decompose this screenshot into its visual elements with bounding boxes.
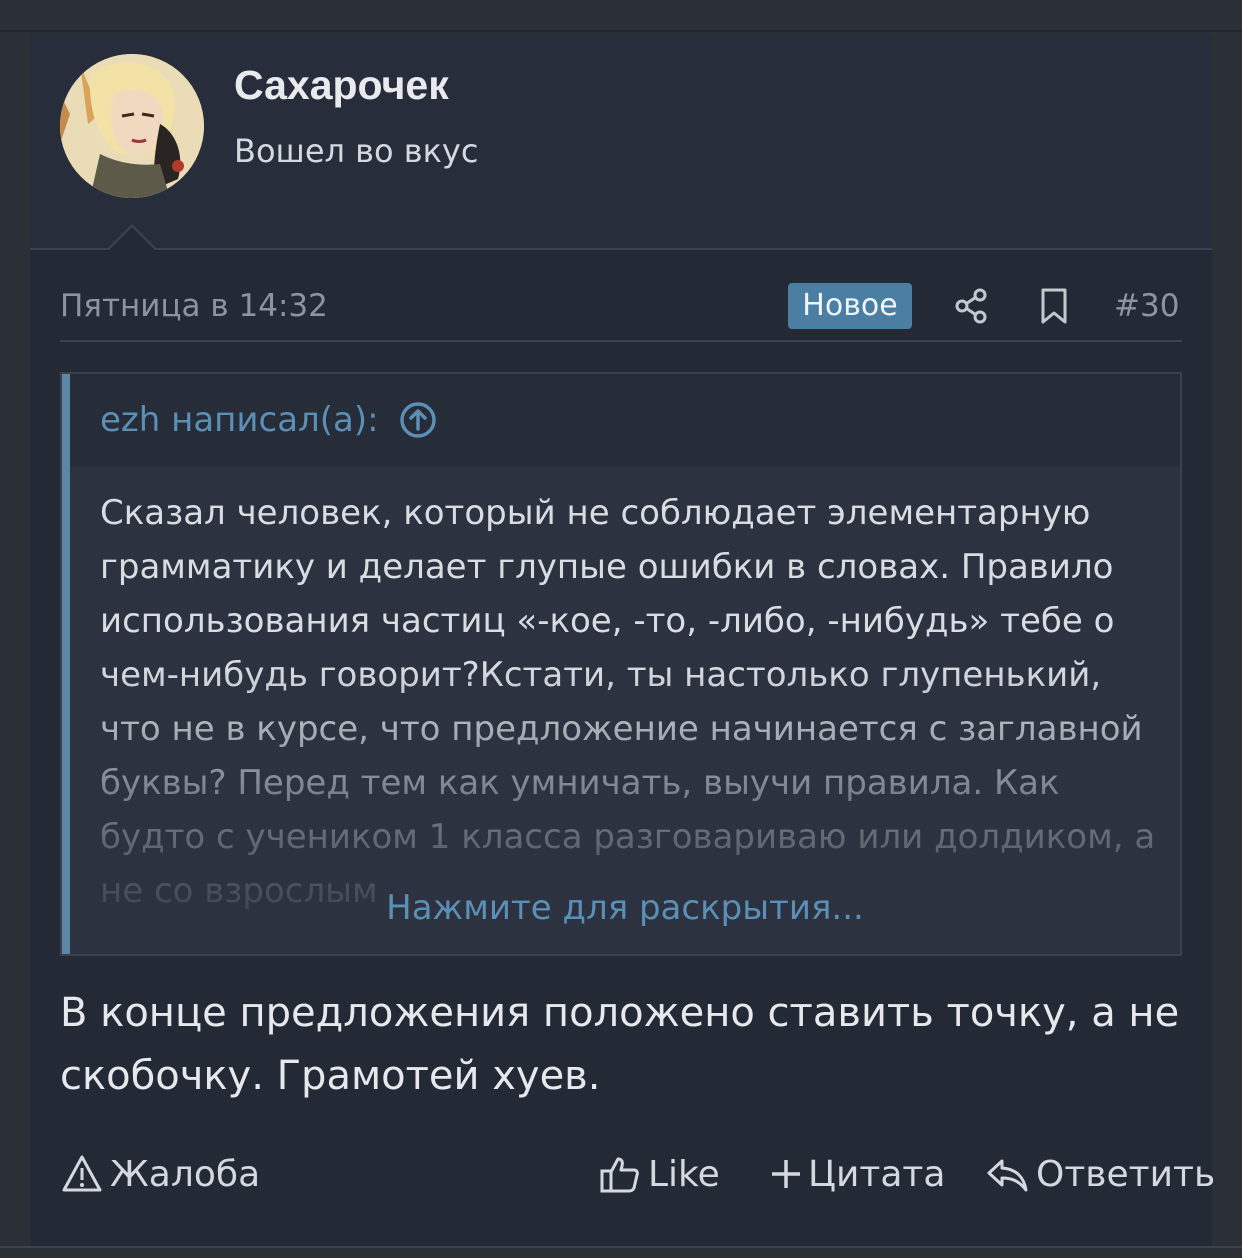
report-button[interactable]: Жалоба: [60, 1144, 260, 1204]
quote-accent-bar: [62, 374, 70, 954]
top-bar: [0, 0, 1242, 32]
avatar[interactable]: [60, 54, 204, 198]
bookmark-icon[interactable]: [1034, 286, 1074, 326]
like-button[interactable]: Like: [598, 1144, 720, 1204]
user-block-pointer-inner: [108, 227, 156, 251]
message-text: В конце предложения положено ставить точ…: [60, 990, 1180, 1099]
bottom-divider: [0, 1246, 1242, 1258]
quote-label: Цитата: [808, 1153, 946, 1195]
user-block: Сахарочек Вошел во вкус: [30, 34, 1212, 250]
quote-body: Сказал человек, который не соблюдает эле…: [70, 466, 1180, 954]
expand-quote-link[interactable]: Нажмите для раскрытия...: [70, 888, 1180, 928]
arrow-up-circle-icon[interactable]: [398, 400, 438, 440]
post-meta: Пятница в 14:32 Новое #30: [60, 274, 1182, 342]
quote-header: ezh написал(а):: [70, 374, 1180, 466]
report-label: Жалоба: [110, 1153, 261, 1195]
post-container: Сахарочек Вошел во вкус Пятница в 14:32 …: [30, 34, 1215, 1246]
thumbs-up-icon: [600, 1157, 639, 1193]
user-title: Вошел во вкус: [234, 132, 479, 170]
quote-author[interactable]: ezh написал(а):: [100, 400, 379, 440]
post-number[interactable]: #30: [1114, 288, 1179, 324]
share-icon[interactable]: [952, 286, 992, 326]
warning-triangle-icon: [62, 1155, 102, 1192]
avatar-image: [60, 54, 204, 198]
reply-icon: [987, 1159, 1028, 1192]
post-actions: Жалоба Like Цитата Ответить: [60, 1144, 1215, 1204]
username[interactable]: Сахарочек: [234, 62, 449, 109]
quote-block: ezh написал(а): Сказал человек, который …: [60, 372, 1182, 956]
post-date[interactable]: Пятница в 14:32: [60, 288, 328, 324]
reply-button[interactable]: Ответить: [986, 1144, 1215, 1204]
like-label: Like: [648, 1153, 720, 1195]
quote-button[interactable]: Цитата: [770, 1144, 945, 1204]
reply-label: Ответить: [1036, 1153, 1216, 1195]
plus-icon: [772, 1160, 800, 1188]
new-badge: Новое: [788, 283, 912, 329]
